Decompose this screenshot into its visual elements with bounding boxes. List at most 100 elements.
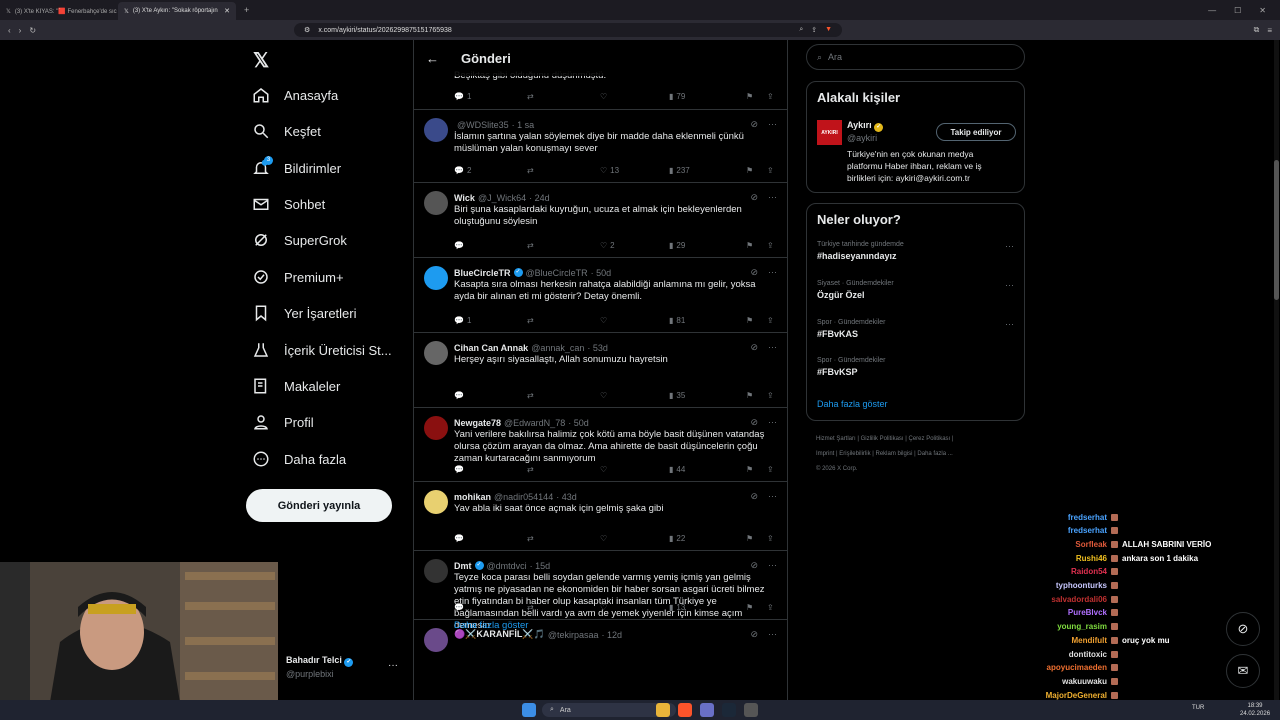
nav-more[interactable]: Daha fazla	[252, 447, 346, 471]
trend-item[interactable]: Spor · Gündemdekiler #FBvKAS ···	[817, 319, 1014, 339]
nav-supergrok[interactable]: SuperGrok	[252, 228, 347, 252]
grok-icon[interactable]: ⊘	[750, 119, 758, 130]
retweet-button[interactable]: ⇄	[527, 391, 600, 400]
following-button[interactable]: Takip ediliyor	[936, 123, 1016, 141]
share-button[interactable]: ⇪	[767, 603, 774, 612]
new-tab-icon[interactable]: +	[244, 5, 249, 15]
discord-icon[interactable]	[700, 703, 714, 717]
tweet-author[interactable]: 🟣⚔️KARANFİL⚔️🎵	[454, 629, 545, 640]
avatar[interactable]	[424, 191, 448, 215]
like-button[interactable]: ♡ 2	[600, 241, 669, 250]
share-icon[interactable]: ⇪	[811, 26, 817, 34]
tweet[interactable]: mohikan @nadir054144 · 43d ⊘ ··· Yav abla iki…	[414, 482, 787, 551]
post-button[interactable]: Gönderi yayınla	[246, 489, 392, 522]
like-button[interactable]: ♡	[600, 92, 669, 101]
views-button[interactable]: ▮ 22	[669, 534, 746, 543]
footer-link[interactable]: Erişilebilirlik	[839, 451, 870, 457]
forward-icon[interactable]: ›	[19, 26, 22, 35]
share-button[interactable]: ⇪	[767, 316, 774, 325]
retweet-button[interactable]: ⇄	[527, 534, 600, 543]
minimize-icon[interactable]: —	[1208, 6, 1216, 15]
browser-tab-2[interactable]: 𝕏 (3) X'te Aykırı: "Sokak röportajın ✕	[118, 2, 236, 20]
grok-icon[interactable]: ⊘	[750, 342, 758, 353]
footer-link[interactable]: Daha fazla ...	[917, 451, 952, 457]
footer-link[interactable]: Imprint	[816, 451, 834, 457]
footer-link[interactable]: Reklam bilgisi	[876, 451, 913, 457]
avatar[interactable]	[424, 628, 448, 652]
grok-icon[interactable]: ⊘	[750, 491, 758, 502]
tweet-author[interactable]: Cihan Can Annak	[454, 343, 528, 353]
views-button[interactable]: ▮ 35	[669, 391, 746, 400]
like-button[interactable]: ♡	[600, 534, 669, 543]
share-button[interactable]: ⇪	[767, 166, 774, 175]
views-button[interactable]: ▮ 44	[669, 465, 746, 474]
more-icon[interactable]: ···	[768, 119, 777, 130]
tweet[interactable]: Newgate78 @EdwardN_78 · 50d ⊘ ··· Yani verile…	[414, 408, 787, 482]
grok-icon[interactable]: ⊘	[750, 267, 758, 278]
account-menu-icon[interactable]: ···	[388, 660, 398, 671]
app-icon[interactable]	[744, 703, 758, 717]
more-icon[interactable]: ···	[1005, 280, 1014, 290]
browser-tab-1[interactable]: 𝕏 (3) X'te KIYAS: "🟥 Fenerbahçe'de sıc	[0, 2, 118, 20]
more-icon[interactable]: ···	[768, 491, 777, 502]
extensions-icon[interactable]: ⧉	[1254, 25, 1260, 35]
tweet-author[interactable]: mohikan	[454, 492, 491, 502]
share-button[interactable]: ⇪	[767, 391, 774, 400]
bookmark-button[interactable]: ⚑	[746, 534, 767, 543]
trend-item[interactable]: Türkiye tarihinde gündemde #hadiseyanında…	[817, 241, 1014, 261]
maximize-icon[interactable]: ☐	[1234, 6, 1241, 15]
back-arrow-icon[interactable]: ←	[426, 51, 439, 66]
account-switcher[interactable]: Bahadır Telci ✓	[286, 655, 354, 667]
scrollbar[interactable]	[1274, 40, 1279, 700]
reply-button[interactable]: 💬	[454, 241, 527, 250]
more-icon[interactable]: ···	[768, 267, 777, 278]
tweet-handle[interactable]: @EdwardN_78	[504, 418, 565, 428]
more-icon[interactable]: ···	[768, 560, 777, 571]
more-icon[interactable]: ···	[1005, 319, 1014, 329]
views-button[interactable]: ▮ 81	[669, 316, 746, 325]
messages-float-button[interactable]: ✉	[1226, 654, 1260, 688]
x-logo-icon[interactable]: 𝕏	[253, 48, 269, 73]
bookmark-button[interactable]: ⚑	[746, 241, 767, 250]
site-info-icon[interactable]: ⚙	[304, 26, 310, 34]
tweet-author[interactable]: Newgate78	[454, 418, 501, 428]
reply-button[interactable]: 💬	[454, 465, 527, 474]
nav-creator-studio[interactable]: İçerik Üreticisi St...	[252, 338, 392, 362]
menu-icon[interactable]: ≡	[1267, 26, 1272, 35]
tweet-author[interactable]: BlueCircleTR	[454, 268, 511, 278]
retweet-button[interactable]: ⇄	[527, 92, 600, 101]
tweet-handle[interactable]: @annak_can	[531, 343, 584, 353]
more-icon[interactable]: ···	[768, 629, 777, 640]
search-input[interactable]: ⌕ Ara	[806, 44, 1025, 70]
bookmark-button[interactable]: ⚑	[746, 92, 767, 101]
retweet-button[interactable]: ⇄	[527, 316, 600, 325]
tweet-handle[interactable]: @nadir054144	[494, 492, 553, 502]
steam-icon[interactable]	[722, 703, 736, 717]
windows-start-icon[interactable]	[522, 703, 536, 717]
more-icon[interactable]: ···	[768, 192, 777, 203]
nav-explore[interactable]: Keşfet	[252, 119, 321, 143]
tweet-author[interactable]: Wick	[454, 193, 475, 203]
brave-browser-icon[interactable]	[678, 703, 692, 717]
tweet[interactable]: 🟣⚔️KARANFİL⚔️🎵 @tekirpasaa · 12d ⊘ ···	[414, 620, 787, 700]
grok-icon[interactable]: ⊘	[750, 629, 758, 640]
share-button[interactable]: ⇪	[767, 241, 774, 250]
share-button[interactable]: ⇪	[767, 534, 774, 543]
close-window-icon[interactable]: ✕	[1259, 6, 1266, 15]
reply-button[interactable]: 💬	[454, 534, 527, 543]
zoom-icon[interactable]: ⌕	[799, 26, 803, 34]
retweet-button[interactable]: ⇄	[527, 166, 600, 175]
bookmark-button[interactable]: ⚑	[746, 391, 767, 400]
tweet[interactable]: Wick @J_Wick64 · 24d ⊘ ··· Biri şuna kasaplar…	[414, 183, 787, 258]
tweet-handle[interactable]: @J_Wick64	[478, 193, 526, 203]
views-button[interactable]: ▮ 79	[669, 92, 746, 101]
like-button[interactable]: ♡ 13	[600, 166, 669, 175]
back-icon[interactable]: ‹	[8, 26, 11, 35]
nav-chat[interactable]: Sohbet	[252, 192, 325, 216]
trend-item[interactable]: Spor · Gündemdekiler #FBvKSP	[817, 357, 1014, 377]
file-explorer-icon[interactable]	[656, 703, 670, 717]
retweet-button[interactable]: ⇄	[527, 465, 600, 474]
tweet-author[interactable]: Dmt	[454, 561, 472, 571]
tweet[interactable]: BlueCircleTR ✓ @BlueCircleTR · 50d ⊘ ··· Kasap…	[414, 258, 787, 333]
grok-icon[interactable]: ⊘	[750, 417, 758, 428]
